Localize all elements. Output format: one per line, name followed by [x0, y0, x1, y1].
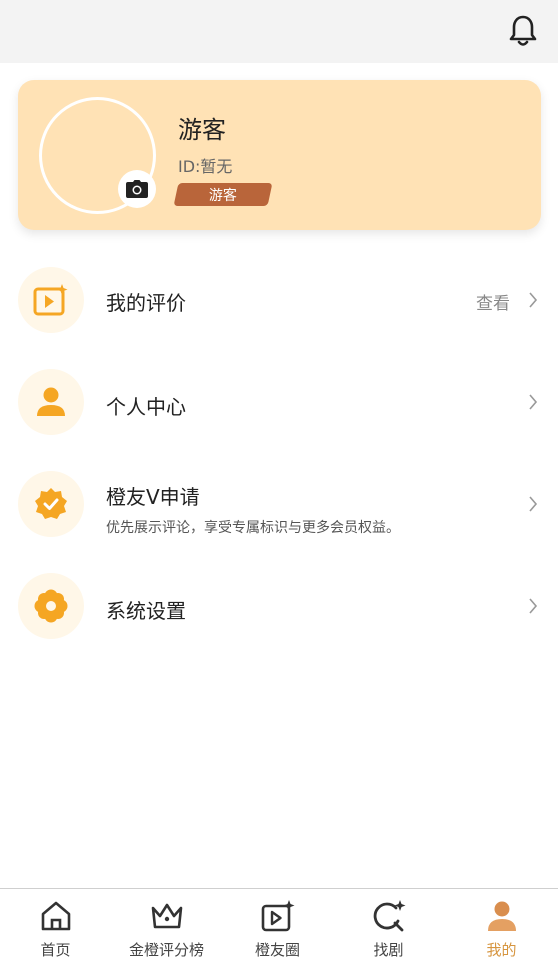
menu-label: 我的评价: [106, 291, 186, 315]
menu-item-personal-center[interactable]: 个人中心: [0, 369, 558, 439]
bell-icon[interactable]: [508, 14, 538, 48]
user-role-badge: 游客: [173, 183, 273, 206]
tab-label: 我的: [486, 941, 517, 959]
tab-circle[interactable]: 橙友圈: [222, 889, 333, 965]
menu-item-v-application[interactable]: 橙友V申请 优先展示评论，享受专属标识与更多会员权益。: [0, 471, 558, 541]
home-icon: [41, 901, 70, 931]
menu-subtitle: 优先展示评论，享受专属标识与更多会员权益。: [106, 520, 400, 536]
tab-label: 找剧: [373, 941, 404, 959]
tab-find-drama[interactable]: 找剧: [333, 889, 444, 965]
video-star-icon: [18, 267, 84, 333]
menu-label: 橙友V申请: [106, 485, 200, 509]
menu-item-settings[interactable]: 系统设置: [0, 573, 558, 643]
verified-badge-icon: [18, 471, 84, 537]
menu-item-my-reviews[interactable]: 我的评价 查看: [0, 267, 558, 337]
profile-icon: [487, 901, 516, 931]
tab-label: 橙友圈: [254, 941, 300, 959]
chevron-right-icon: [529, 496, 538, 512]
video-star-icon: [261, 900, 294, 932]
username: 游客: [178, 116, 226, 144]
chevron-right-icon: [529, 292, 538, 308]
bottom-tab-bar: 首页 金橙评分榜 橙友圈 找剧 我的: [0, 888, 558, 965]
menu-label: 系统设置: [106, 599, 186, 623]
chevron-right-icon: [529, 394, 538, 410]
top-bar: [0, 0, 558, 63]
person-icon: [18, 369, 84, 435]
camera-icon[interactable]: [118, 170, 156, 208]
chevron-right-icon: [529, 598, 538, 614]
crown-icon: [151, 903, 182, 929]
search-sparkle-icon: [373, 900, 405, 932]
menu-label: 个人中心: [106, 395, 186, 419]
gear-flower-icon: [18, 573, 84, 639]
tab-label: 金橙评分榜: [128, 941, 204, 959]
user-id: ID:暂无: [178, 157, 233, 176]
tab-label: 首页: [40, 941, 71, 959]
profile-card: 游客 ID:暂无 游客: [18, 80, 541, 230]
view-link[interactable]: 查看: [476, 289, 510, 314]
badge-label: 游客: [209, 187, 237, 204]
tab-ranking[interactable]: 金橙评分榜: [111, 889, 222, 965]
tab-mine[interactable]: 我的: [446, 889, 557, 965]
tab-home[interactable]: 首页: [0, 889, 111, 965]
